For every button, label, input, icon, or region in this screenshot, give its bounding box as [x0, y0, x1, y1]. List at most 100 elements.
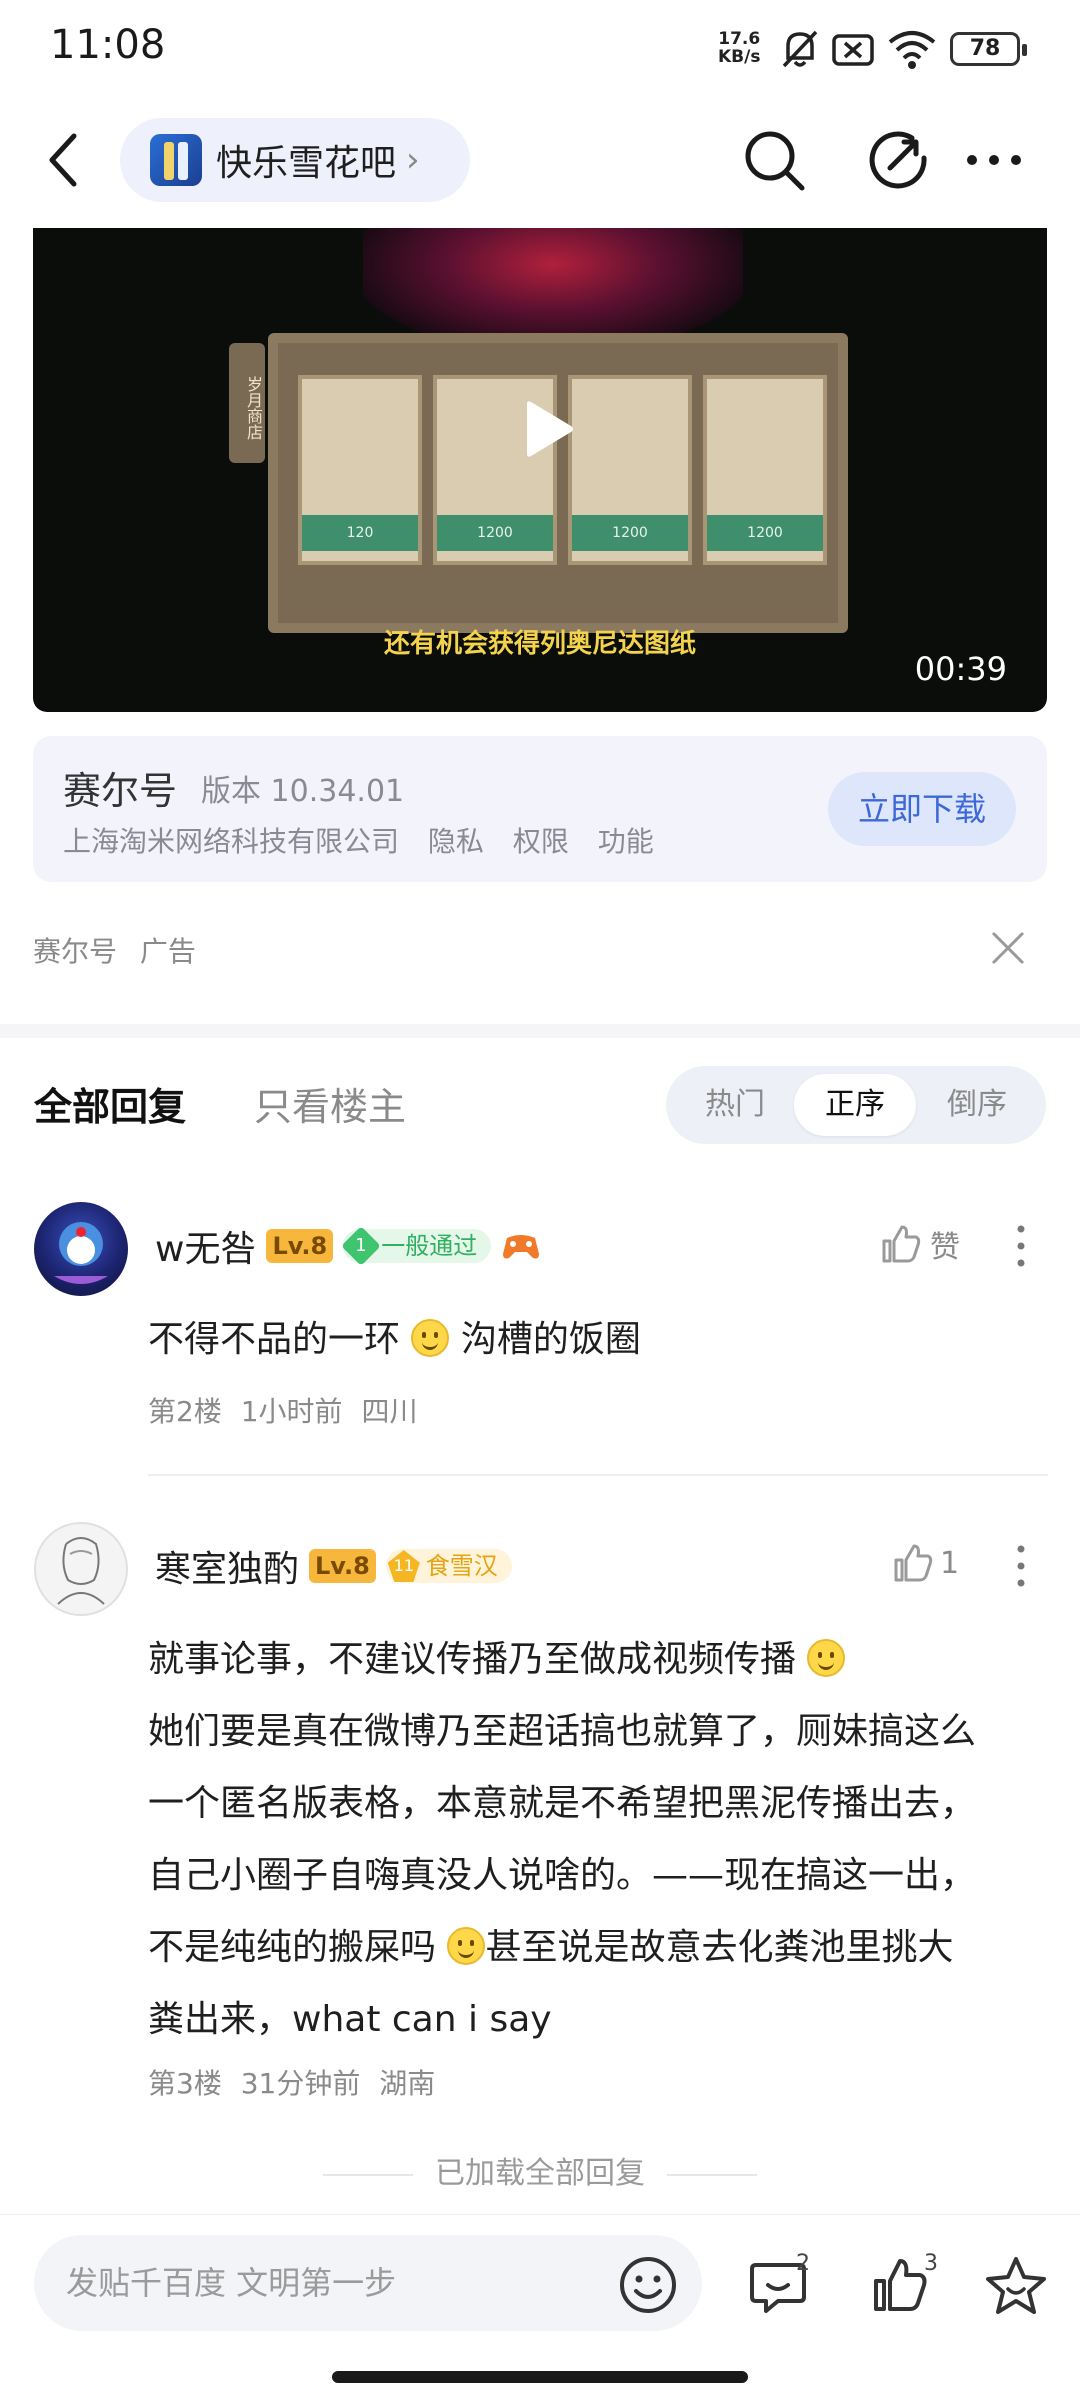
like-count: 3 — [924, 2251, 938, 2276]
username[interactable]: 寒室独酌 — [155, 1540, 299, 1592]
video-duration: 00:39 — [914, 650, 1007, 688]
no-sim-icon — [832, 34, 874, 66]
sort-hot[interactable]: 热门 — [674, 1074, 796, 1136]
top-nav-bar: 快乐雪花吧 › — [0, 110, 1080, 228]
username[interactable]: w无咎 — [155, 1220, 256, 1272]
more-options-icon[interactable] — [964, 152, 1024, 168]
comment-meta: 第3楼 31分钟前 湖南 — [148, 2062, 435, 2102]
comment-text: 一个匿名版表格，本意就是不希望把黑泥传播出去， — [148, 1783, 977, 1824]
comment-text: 自己小圈子自嗨真没人说啥的。——现在搞这一出， — [148, 1855, 977, 1896]
ad-tag: 广告 — [139, 935, 196, 968]
video-frame-creature — [363, 228, 743, 348]
comment-header: 寒室独酌 Lv.8 11 食雪汉 — [155, 1540, 512, 1592]
battery-indicator: 78 — [950, 32, 1027, 66]
comment-text: 甚至说是故意去化粪池里挑大 — [485, 1927, 954, 1968]
wifi-icon — [888, 31, 936, 69]
all-loaded-text: 已加载全部回复 — [435, 2156, 645, 2191]
gamepad-icon — [503, 1235, 540, 1259]
like-button[interactable]: 赞 — [880, 1222, 960, 1266]
download-button[interactable]: 立即下载 — [828, 772, 1016, 846]
home-indicator[interactable] — [332, 2371, 748, 2383]
ad-privacy-link[interactable]: 隐私 — [428, 825, 484, 858]
back-arrow-icon[interactable] — [44, 130, 84, 190]
app-ad-card[interactable]: 赛尔号 版本 10.34.01 上海淘米网络科技有限公司 隐私 权限 功能 立即… — [33, 736, 1047, 882]
post-time: 1小时前 — [240, 1395, 343, 1428]
emoji-icon[interactable] — [618, 2255, 678, 2315]
thumbs-up-icon — [894, 1544, 933, 1582]
shop-slot: 1200 — [703, 375, 827, 565]
avatar-art-icon — [54, 1222, 108, 1284]
like-count: 1 — [940, 1545, 960, 1581]
ad-features-link[interactable]: 功能 — [598, 825, 654, 858]
smile-emoji-icon — [447, 1927, 486, 1965]
sort-toggle: 热门 正序 倒序 — [666, 1066, 1046, 1144]
like-label: 赞 — [930, 1230, 960, 1265]
title-badge: 11 食雪汉 — [385, 1549, 512, 1583]
ad-app-name: 赛尔号 — [63, 769, 178, 813]
ad-permissions-link[interactable]: 权限 — [513, 825, 569, 858]
video-frame-shop-board: 120 1200 1200 1200 — [268, 333, 848, 633]
comment-text: 就事论事，不建议传播乃至做成视频传播 — [148, 1639, 808, 1680]
badge-number: 1 — [355, 1234, 367, 1256]
post-location: 湖南 — [379, 2067, 436, 2100]
post-time: 31分钟前 — [240, 2067, 361, 2100]
reply-tabs: 全部回复 只看楼主 热门 正序 倒序 — [0, 1040, 1080, 1160]
badge-number: 11 — [387, 1550, 420, 1582]
ad-source: 赛尔号 — [33, 935, 118, 968]
more-vertical-icon[interactable] — [1016, 1224, 1026, 1268]
forum-name: 快乐雪花吧 — [216, 143, 397, 184]
search-icon[interactable] — [742, 128, 808, 194]
smile-emoji-icon — [807, 1639, 846, 1677]
comment-header: w无咎 Lv.8 1 一般通过 — [155, 1220, 541, 1272]
forum-name-pill[interactable]: 快乐雪花吧 › — [120, 118, 470, 202]
star-favorite-icon[interactable] — [984, 2255, 1048, 2317]
like-button[interactable]: 1 — [892, 1542, 959, 1584]
shop-price: 1200 — [572, 515, 688, 551]
ad-developer: 上海淘米网络科技有限公司 — [63, 825, 400, 858]
clock: 11:08 — [50, 22, 166, 68]
smile-emoji-icon — [411, 1319, 450, 1357]
tab-all-replies[interactable]: 全部回复 — [34, 1076, 186, 1131]
comment-count: 2 — [796, 2251, 810, 2276]
all-loaded-indicator: 已加载全部回复 — [0, 2148, 1080, 2192]
more-vertical-icon[interactable] — [1016, 1544, 1026, 1588]
shop-price: 1200 — [437, 515, 553, 551]
floor-number: 第2楼 — [148, 1395, 222, 1428]
sort-ascending[interactable]: 正序 — [794, 1074, 916, 1136]
shop-slot: 120 — [298, 375, 422, 565]
shop-price: 1200 — [707, 515, 823, 551]
badge-text: 食雪汉 — [425, 1552, 498, 1580]
comment-text: 沟槽的饭圈 — [460, 1319, 641, 1360]
bottom-action-bar: 发贴千百度 文明第一步 2 3 — [0, 2214, 1080, 2400]
floor-number: 第3楼 — [148, 2067, 222, 2100]
section-divider — [0, 1024, 1080, 1038]
sort-descending[interactable]: 倒序 — [916, 1074, 1038, 1136]
divider-line — [667, 2173, 757, 2176]
network-speed: 17.6 KB/s — [718, 30, 760, 66]
tab-op-only[interactable]: 只看楼主 — [254, 1076, 406, 1131]
comment-text: 粪出来，what can i say — [148, 1999, 552, 2040]
mute-bell-icon — [782, 30, 818, 68]
divider-line — [323, 2173, 413, 2176]
play-icon[interactable] — [517, 400, 575, 458]
badge-text: 一般通过 — [381, 1232, 478, 1260]
avatar[interactable] — [34, 1202, 128, 1296]
comment-body: 不得不品的一环 沟槽的饭圈 — [148, 1304, 641, 1376]
post-location: 四川 — [361, 1395, 418, 1428]
ad-video-player[interactable]: 岁月商店 120 1200 1200 1200 还有机会获得列奥尼达图纸 00:… — [33, 228, 1047, 712]
avatar[interactable] — [34, 1522, 128, 1616]
status-bar: 11:08 17.6 KB/s 78 — [0, 0, 1080, 110]
reply-input[interactable]: 发贴千百度 文明第一步 — [34, 2235, 702, 2331]
comment-body: 就事论事，不建议传播乃至做成视频传播 她们要是真在微博乃至超话搞也就算了，厕妹搞… — [148, 1624, 1048, 2056]
close-icon[interactable] — [990, 930, 1026, 966]
level-badge: Lv.8 — [266, 1229, 334, 1263]
thumbs-up-icon — [882, 1225, 921, 1263]
net-speed-value: 17.6 — [718, 29, 761, 49]
level-badge: Lv.8 — [309, 1549, 376, 1583]
title-badge: 1 一般通过 — [341, 1226, 492, 1266]
shop-side-label: 岁月商店 — [229, 343, 265, 463]
thumbs-up-icon[interactable] — [870, 2255, 930, 2315]
share-edit-icon[interactable] — [866, 128, 932, 194]
forum-avatar-icon — [150, 134, 202, 186]
comment-meta: 第2楼 1小时前 四川 — [148, 1390, 417, 1430]
